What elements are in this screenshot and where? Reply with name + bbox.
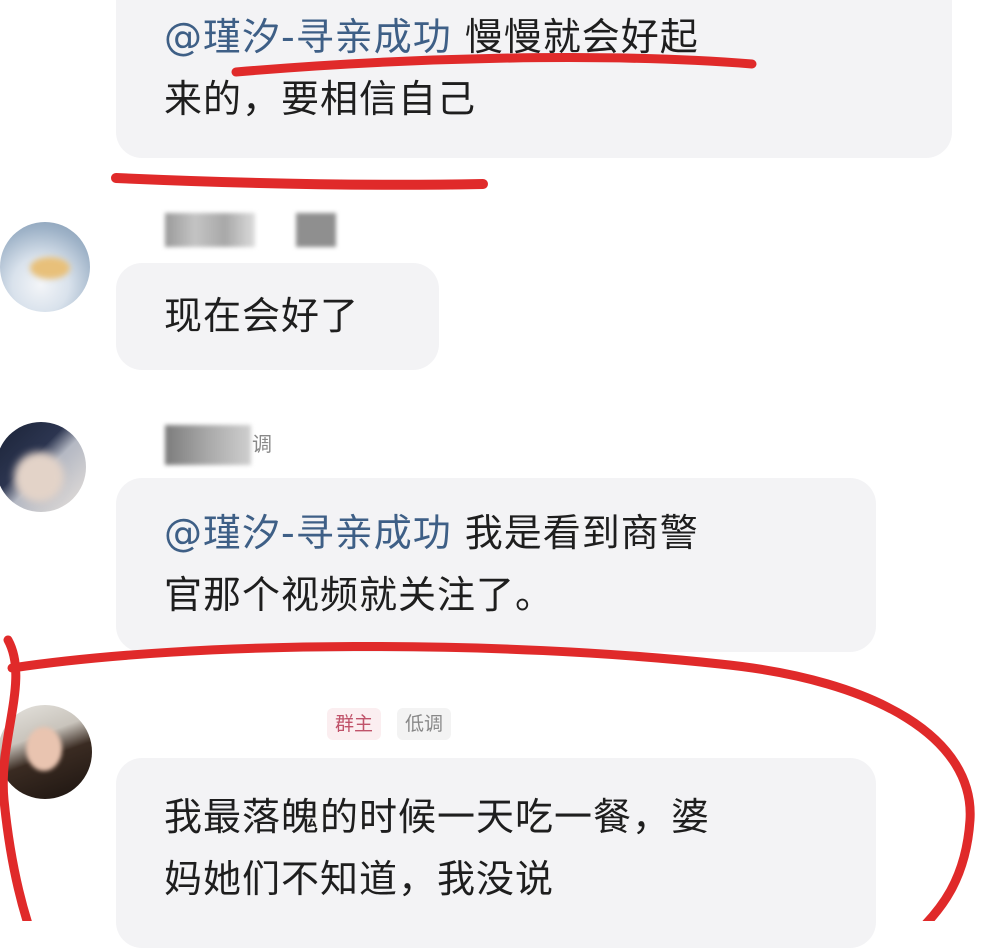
- status-badge: 低调: [397, 708, 452, 740]
- mention-link[interactable]: @瑾汐-寻亲成功: [164, 511, 452, 555]
- avatar[interactable]: [0, 222, 90, 312]
- message-line-1: @瑾汐-寻亲成功 我是看到商警: [164, 502, 828, 564]
- message-line-2: 官那个视频就关注了。: [164, 573, 555, 617]
- message-line-1: @瑾汐-寻亲成功 慢慢就会好起: [164, 6, 904, 68]
- message-text: 我是看到商警: [451, 511, 699, 555]
- sender-name-blurred: [296, 213, 336, 247]
- message-bubble-2[interactable]: 现在会好了: [116, 263, 439, 370]
- message-line-1: 我最落魄的时候一天吃一餐，婆: [164, 795, 711, 839]
- message-text: 现在会好了: [164, 294, 360, 338]
- avatar-detail: [14, 452, 64, 502]
- mention-link[interactable]: @瑾汐-寻亲成功: [164, 15, 452, 59]
- message-line-2: 来的，要相信自己: [164, 77, 477, 121]
- avatar[interactable]: [0, 422, 86, 512]
- sender-name-blurred: [165, 213, 255, 247]
- avatar-detail: [26, 727, 62, 771]
- avatar[interactable]: [0, 705, 92, 799]
- message-line-2: 妈她们不知道，我没说: [164, 857, 555, 901]
- avatar-detail: [30, 257, 70, 279]
- message-bubble-3[interactable]: @瑾汐-寻亲成功 我是看到商警 官那个视频就关注了。: [116, 478, 876, 652]
- message-bubble-4[interactable]: 我最落魄的时候一天吃一餐，婆 妈她们不知道，我没说: [116, 758, 876, 948]
- sender-name-fragment: 调: [252, 432, 272, 456]
- message-bubble-1[interactable]: @瑾汐-寻亲成功 慢慢就会好起 来的，要相信自己: [116, 0, 952, 158]
- message-text: 慢慢就会好起: [451, 15, 699, 59]
- sender-name-blurred: [165, 425, 251, 465]
- group-owner-badge: 群主: [327, 708, 382, 740]
- underline-annotation: [111, 173, 488, 190]
